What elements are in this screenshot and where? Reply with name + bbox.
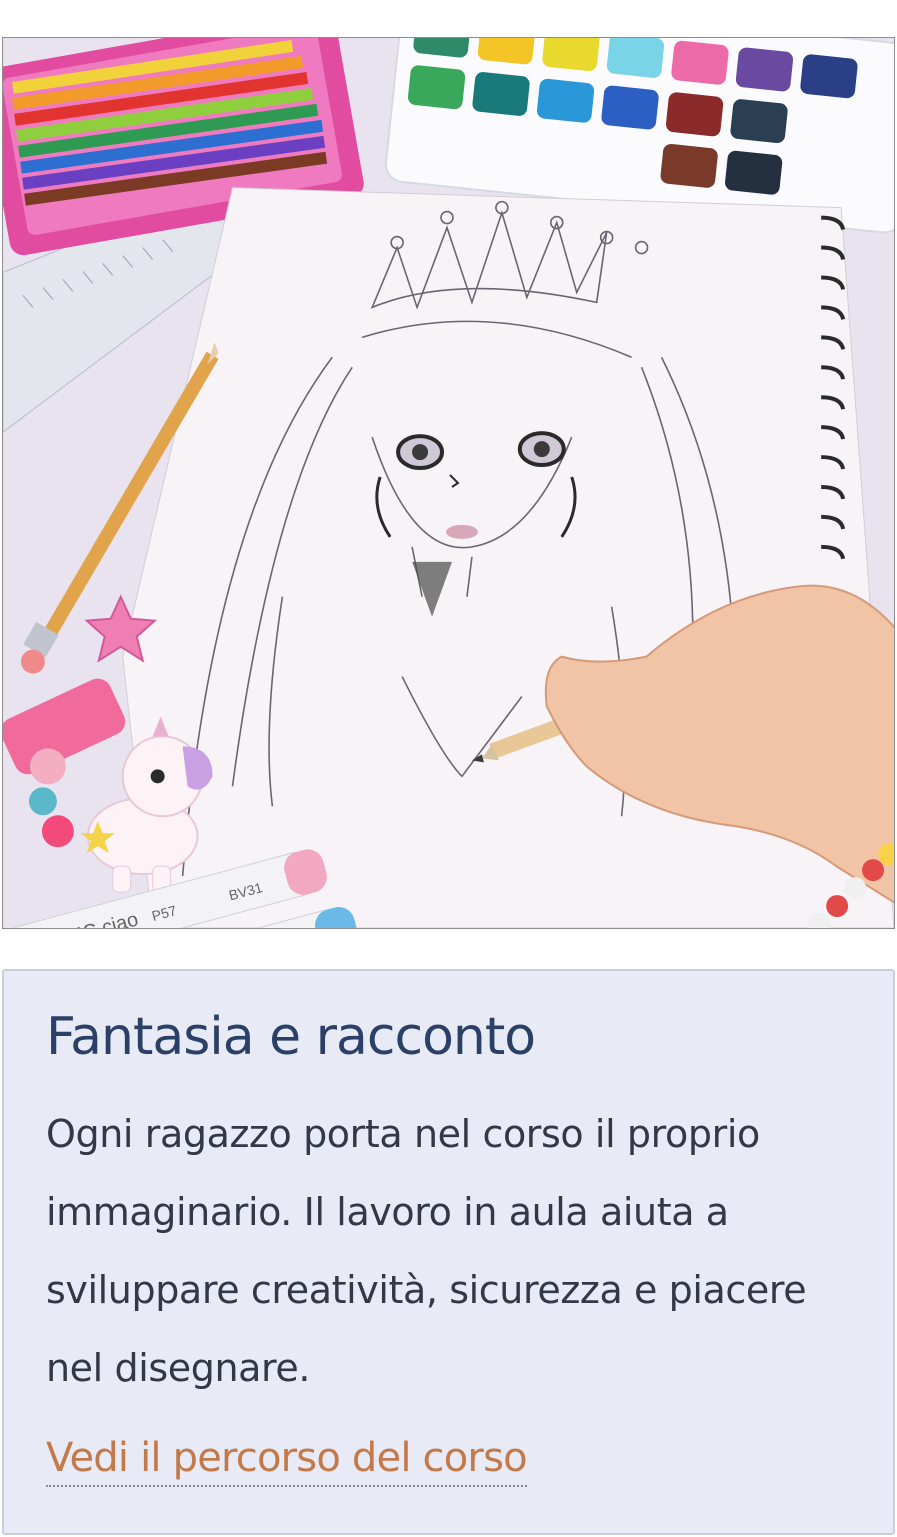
card-title: Fantasia e racconto [46,1007,536,1067]
course-card: Fantasia e racconto Ogni ragazzo porta n… [2,969,895,1535]
course-path-link[interactable]: Vedi il percorso del corso [46,1431,528,1487]
card-description: Ogni ragazzo porta nel corso il proprio … [46,1112,807,1390]
drawing-photo: COPIC ciao P57 BV31 [2,37,895,929]
